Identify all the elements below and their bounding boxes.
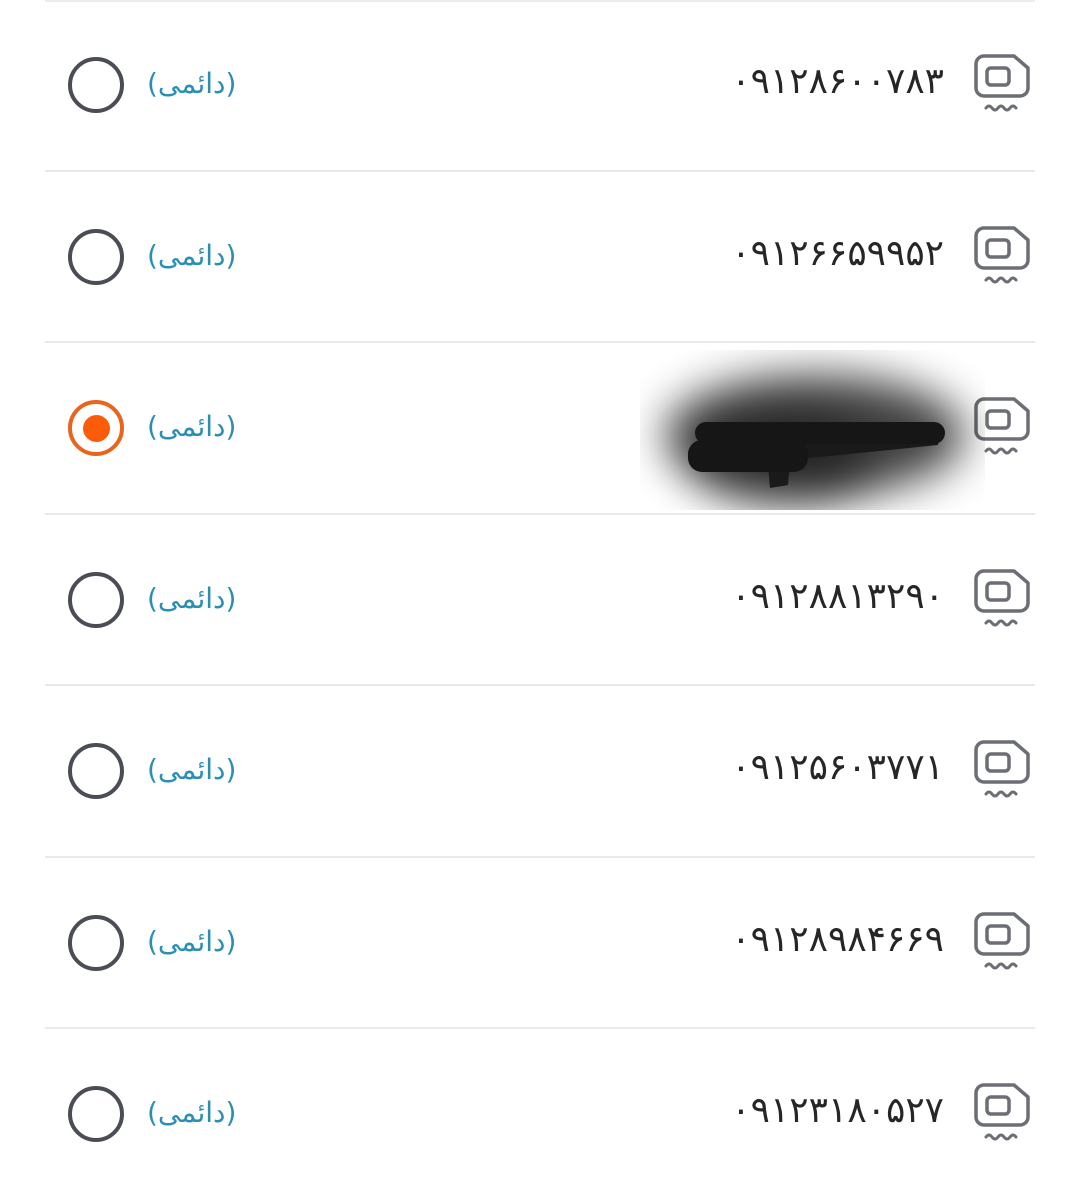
radio-selected-dot: [82, 414, 110, 442]
sim-line-row-6[interactable]: (دائمی) ۰۹۱۲۸۹۸۴۶۶۹: [0, 858, 1080, 1029]
line-radio-button[interactable]: [68, 1086, 124, 1142]
sim-card-icon: [974, 911, 1030, 969]
line-type-label: (دائمی): [147, 753, 237, 786]
sim-line-row-4[interactable]: (دائمی) ۰۹۱۲۸۸۱۳۲۹۰: [0, 515, 1080, 686]
line-radio-button[interactable]: [68, 400, 124, 456]
line-type-label: (دائمی): [147, 410, 237, 443]
phone-number: ۰۹۱۲۸۸۱۳۲۹۰: [731, 575, 944, 617]
sim-line-row-1[interactable]: (دائمی) ۰۹۱۲۸۶۰۰۷۸۳: [0, 0, 1080, 172]
phone-number: ۰۹۱۲۵۶۰۳۷۷۱: [731, 747, 944, 788]
line-radio-button[interactable]: [68, 743, 124, 799]
phone-number: ۰۹۱۲۸۹۸۴۶۶۹: [731, 918, 944, 960]
line-radio-button[interactable]: [68, 228, 124, 285]
line-radio-button[interactable]: [68, 571, 124, 628]
sim-card-icon: [974, 397, 1030, 455]
sim-line-list: (دائمی) ۰۹۱۲۸۶۰۰۷۸۳ (دائمی) ۰۹۱۲۶۶۵۹۹۵۲ …: [0, 0, 1080, 1201]
sim-card-icon: [974, 568, 1030, 626]
line-radio-button[interactable]: [68, 914, 124, 971]
sim-line-row-5[interactable]: (دائمی) ۰۹۱۲۵۶۰۳۷۷۱: [0, 686, 1080, 858]
line-type-label: (دائمی): [147, 1096, 237, 1129]
sim-card-icon: [974, 225, 1030, 283]
sim-card-icon: [974, 740, 1030, 798]
phone-number: ۰۹۱۲۳۱۸۰۵۲۷: [731, 1090, 944, 1131]
line-type-label: (دائمی): [147, 924, 237, 958]
sim-card-icon: [974, 1083, 1030, 1141]
phone-number: ۰۹۱۲۸۶۰۰۷۸۳: [731, 61, 944, 102]
line-type-label: (دائمی): [147, 581, 237, 615]
sim-line-row-7[interactable]: (دائمی) ۰۹۱۲۳۱۸۰۵۲۷: [0, 1029, 1080, 1201]
phone-number: ۰۹۱۲۶۶۵۹۹۵۲: [731, 232, 944, 274]
sim-card-icon: [974, 54, 1030, 112]
line-type-label: (دائمی): [147, 238, 237, 272]
line-type-label: (دائمی): [147, 67, 237, 100]
sim-line-row-3[interactable]: (دائمی): [0, 343, 1080, 515]
sim-line-row-2[interactable]: (دائمی) ۰۹۱۲۶۶۵۹۹۵۲: [0, 172, 1080, 343]
line-radio-button[interactable]: [68, 57, 124, 113]
